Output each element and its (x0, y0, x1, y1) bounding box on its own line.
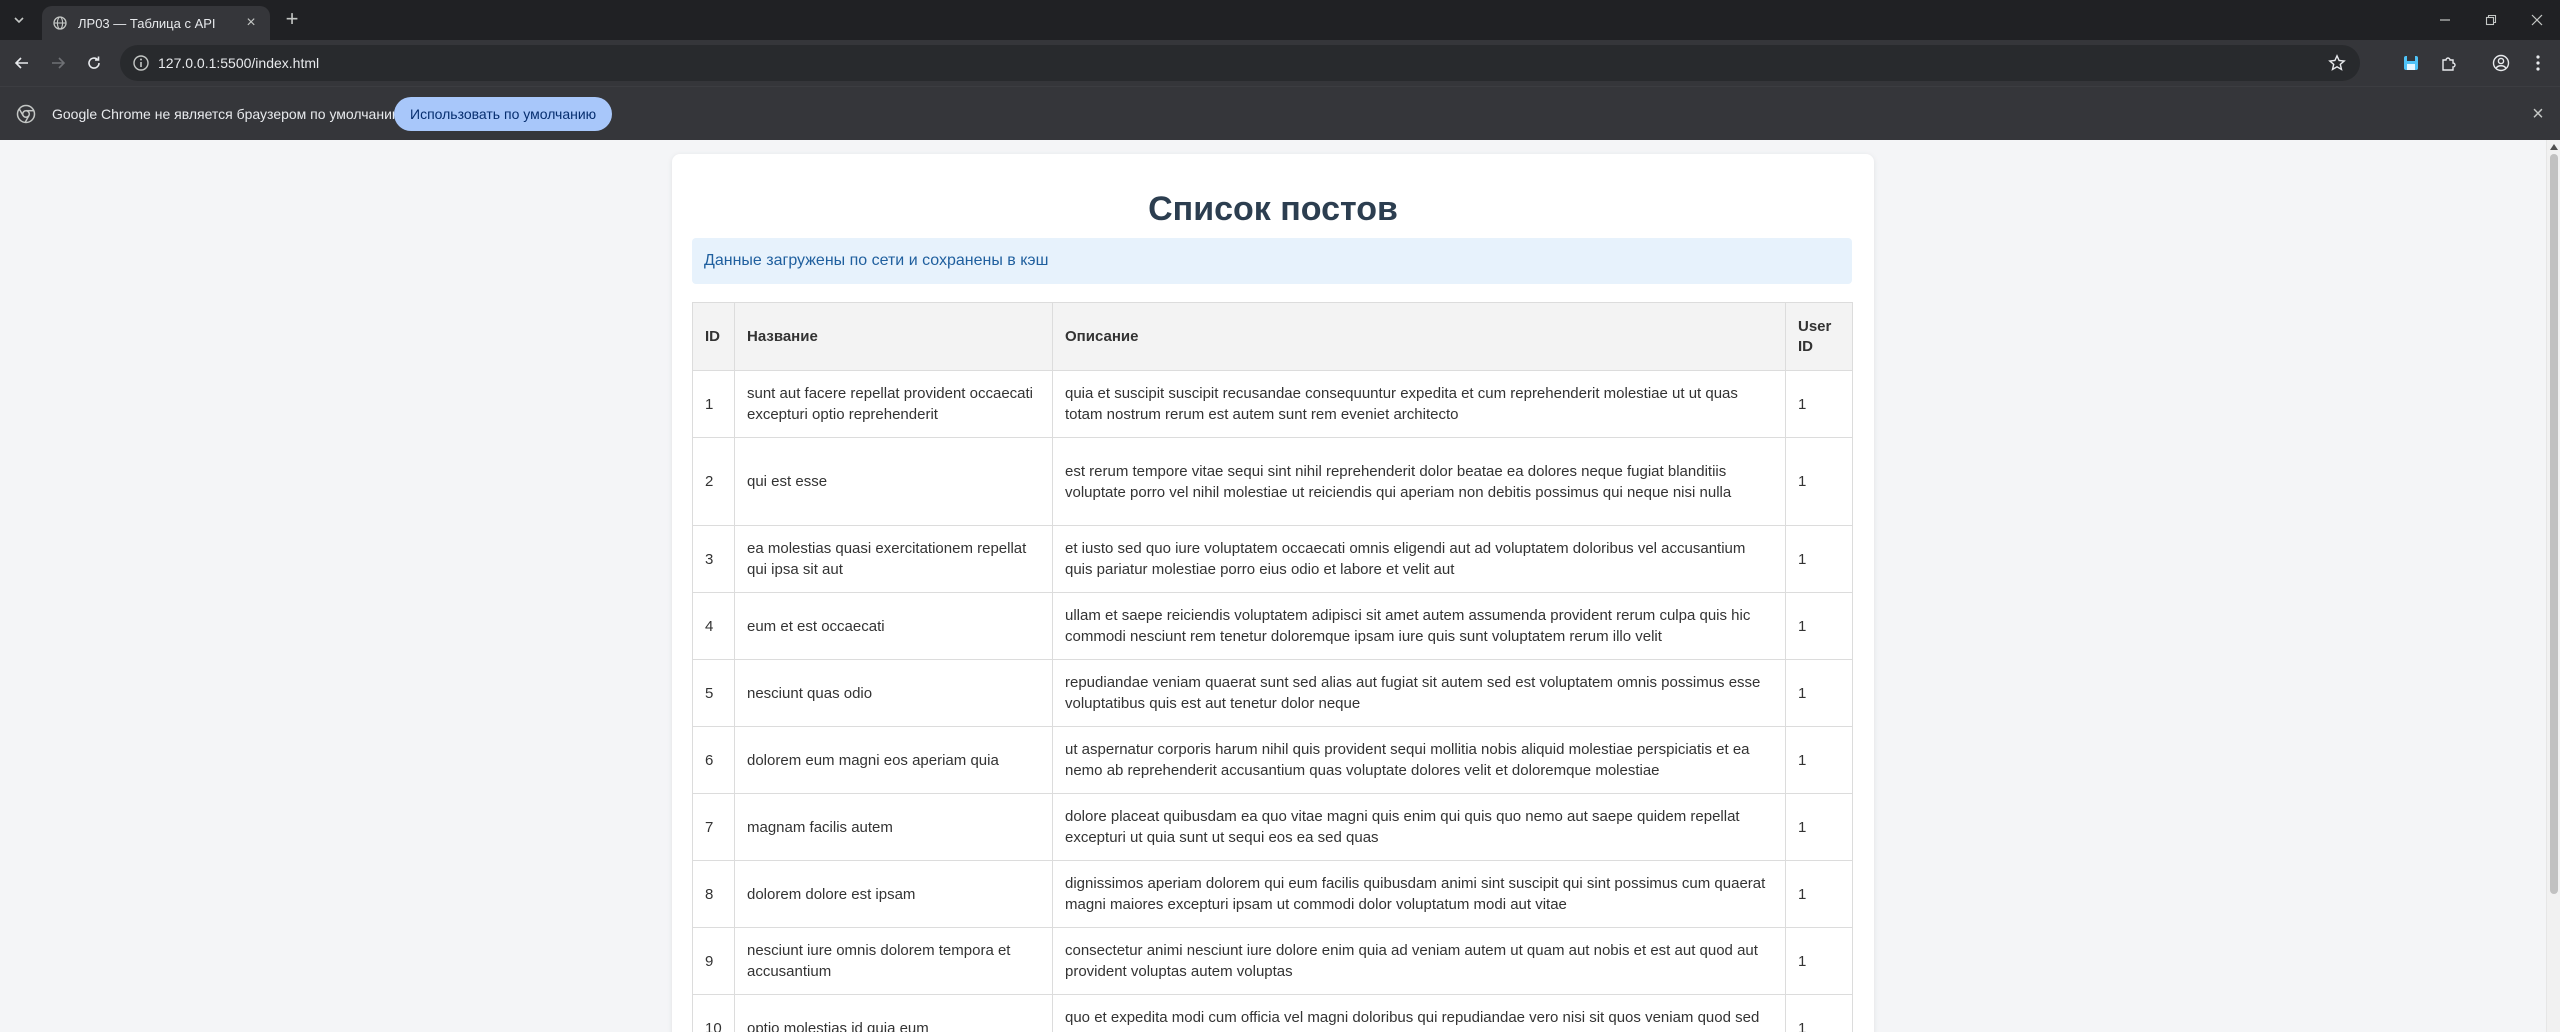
cell-body: ut aspernatur corporis harum nihil quis … (1052, 726, 1786, 794)
table-row: 7 magnam facilis autem dolore placeat qu… (692, 793, 1853, 861)
tab-close-icon[interactable]: × (242, 14, 260, 32)
cell-id: 10 (692, 994, 735, 1032)
chrome-logo-icon (16, 104, 36, 124)
browser-tab[interactable]: ЛР03 — Таблица с API × (42, 6, 270, 40)
tab-title: ЛР03 — Таблица с API (78, 15, 216, 31)
column-header-id: ID (692, 302, 735, 371)
cell-title: dolorem eum magni eos aperiam quia (734, 726, 1053, 794)
tab-search-chevron-icon[interactable] (6, 8, 32, 32)
table-row: 2 qui est esse est rerum tempore vitae s… (692, 437, 1853, 526)
cell-user-id: 1 (1785, 927, 1853, 995)
cell-id: 1 (692, 370, 735, 438)
address-bar[interactable]: 127.0.0.1:5500/index.html (120, 45, 2360, 81)
cell-id: 3 (692, 525, 735, 593)
cell-user-id: 1 (1785, 437, 1853, 526)
cell-id: 4 (692, 592, 735, 660)
table-row: 9 nesciunt iure omnis dolorem tempora et… (692, 927, 1853, 995)
cell-body: repudiandae veniam quaerat sunt sed alia… (1052, 659, 1786, 727)
cell-body: quo et expedita modi cum officia vel mag… (1052, 994, 1786, 1032)
cell-title: nesciunt iure omnis dolorem tempora et a… (734, 927, 1053, 995)
page-scrollbar[interactable] (2546, 140, 2560, 1032)
cell-body: ullam et saepe reiciendis voluptatem adi… (1052, 592, 1786, 660)
cell-title: magnam facilis autem (734, 793, 1053, 861)
table-row: 8 dolorem dolore est ipsam dignissimos a… (692, 860, 1853, 928)
cell-body: est rerum tempore vitae sequi sint nihil… (1052, 437, 1786, 526)
table-row: 3 ea molestias quasi exercitationem repe… (692, 525, 1853, 593)
cell-user-id: 1 (1785, 659, 1853, 727)
cell-title: eum et est occaecati (734, 592, 1053, 660)
minimize-icon[interactable] (2422, 0, 2468, 40)
infobar-close-icon[interactable]: × (2528, 104, 2548, 124)
cell-title: sunt aut facere repellat provident occae… (734, 370, 1053, 438)
bookmark-star-icon[interactable] (2328, 54, 2346, 72)
tab-strip: ЛР03 — Таблица с API × + (0, 0, 2560, 40)
cell-title: qui est esse (734, 437, 1053, 526)
set-default-button[interactable]: Использовать по умолчанию (394, 97, 613, 131)
cell-id: 8 (692, 860, 735, 928)
cell-user-id: 1 (1785, 370, 1853, 438)
profile-avatar-icon[interactable] (2487, 49, 2515, 77)
content-card: Список постов Данные загружены по сети и… (672, 154, 1874, 1032)
table-row: 4 eum et est occaecati ullam et saepe re… (692, 592, 1853, 660)
cell-title: dolorem dolore est ipsam (734, 860, 1053, 928)
extensions-puzzle-icon[interactable] (2435, 49, 2463, 77)
cell-title: ea molestias quasi exercitationem repell… (734, 525, 1053, 593)
forward-arrow-icon[interactable] (44, 49, 72, 77)
cell-id: 9 (692, 927, 735, 995)
scrollbar-thumb[interactable] (2550, 154, 2558, 894)
cell-user-id: 1 (1785, 525, 1853, 593)
infobar-message: Google Chrome не является браузером по у… (52, 106, 407, 122)
cell-body: quia et suscipit suscipit recusandae con… (1052, 370, 1786, 438)
posts-table: ID Название Описание User ID 1 sunt aut … (692, 302, 1853, 1032)
cell-id: 5 (692, 659, 735, 727)
cell-body: dolore placeat quibusdam ea quo vitae ma… (1052, 793, 1786, 861)
cell-id: 7 (692, 793, 735, 861)
cell-title: optio molestias id quia eum (734, 994, 1053, 1032)
cell-user-id: 1 (1785, 860, 1853, 928)
restore-icon[interactable] (2468, 0, 2514, 40)
column-header-user-id: User ID (1785, 302, 1853, 371)
cell-body: consectetur animi nesciunt iure dolore e… (1052, 927, 1786, 995)
globe-icon (52, 15, 68, 31)
cell-user-id: 1 (1785, 592, 1853, 660)
reload-icon[interactable] (80, 49, 108, 77)
cell-id: 6 (692, 726, 735, 794)
close-window-icon[interactable] (2514, 0, 2560, 40)
save-extension-icon[interactable] (2397, 49, 2425, 77)
status-message: Данные загружены по сети и сохранены в к… (692, 238, 1852, 284)
table-row: 5 nesciunt quas odio repudiandae veniam … (692, 659, 1853, 727)
scroll-up-arrow-icon[interactable] (2550, 144, 2558, 150)
cell-id: 2 (692, 437, 735, 526)
cell-user-id: 1 (1785, 793, 1853, 861)
table-row: 6 dolorem eum magni eos aperiam quia ut … (692, 726, 1853, 794)
site-info-icon[interactable] (132, 54, 150, 72)
cell-body: dignissimos aperiam dolorem qui eum faci… (1052, 860, 1786, 928)
cell-user-id: 1 (1785, 726, 1853, 794)
url-text[interactable]: 127.0.0.1:5500/index.html (158, 45, 319, 81)
table-row: 10 optio molestias id quia eum quo et ex… (692, 994, 1853, 1032)
column-header-body: Описание (1052, 302, 1786, 371)
cell-user-id: 1 (1785, 994, 1853, 1032)
table-row: 1 sunt aut facere repellat provident occ… (692, 370, 1853, 438)
default-browser-infobar: Google Chrome не является браузером по у… (0, 86, 2560, 140)
cell-title: nesciunt quas odio (734, 659, 1053, 727)
menu-kebab-icon[interactable] (2524, 49, 2552, 77)
page-viewport: Список постов Данные загружены по сети и… (0, 140, 2560, 1032)
new-tab-plus-icon[interactable]: + (280, 8, 304, 32)
cell-body: et iusto sed quo iure voluptatem occaeca… (1052, 525, 1786, 593)
back-arrow-icon[interactable] (8, 49, 36, 77)
page-title: Список постов (1148, 190, 1398, 228)
browser-toolbar: 127.0.0.1:5500/index.html (0, 40, 2560, 86)
column-header-title: Название (734, 302, 1053, 371)
table-header-row: ID Название Описание User ID (692, 302, 1853, 371)
